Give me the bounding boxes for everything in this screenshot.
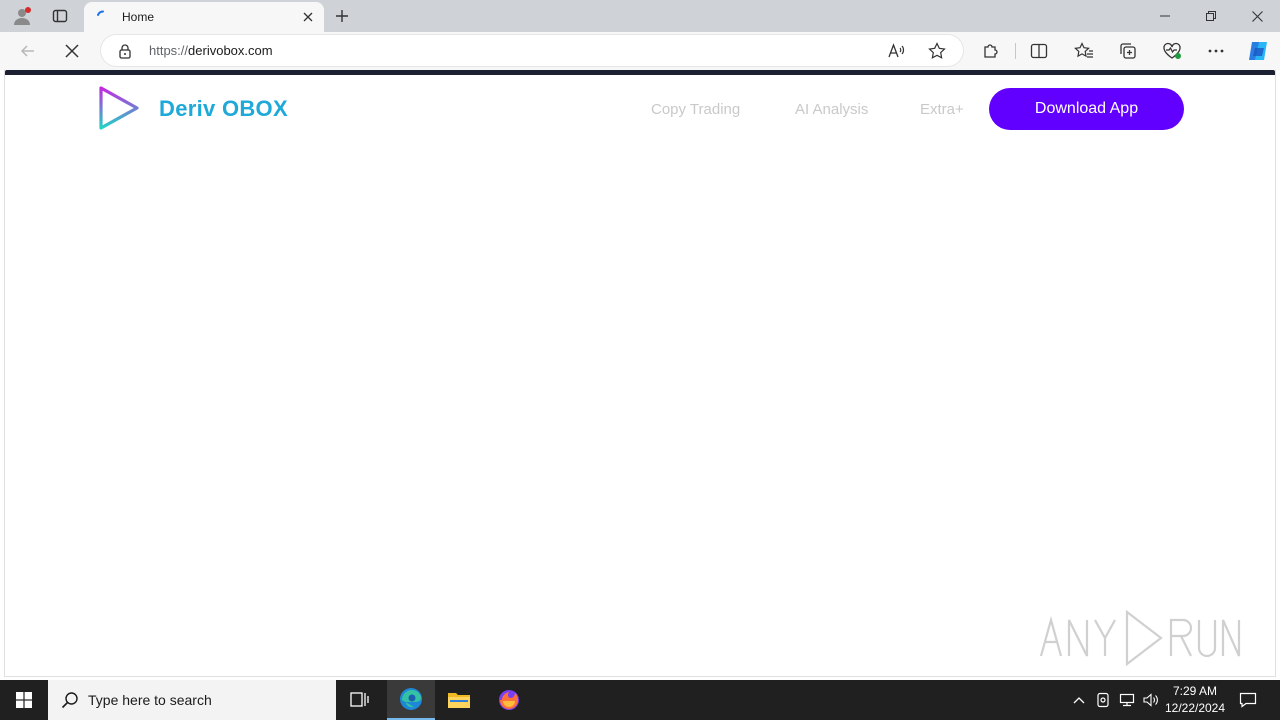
restore-button[interactable] [1188, 0, 1234, 32]
favorites-icon [1074, 42, 1093, 58]
taskbar-file-explorer-app[interactable] [435, 680, 483, 720]
browser-tab-strip: Home [0, 0, 1280, 32]
download-app-button[interactable]: Download App [989, 88, 1184, 130]
split-screen-button[interactable] [1023, 35, 1055, 67]
add-favorite-button[interactable] [921, 35, 953, 66]
star-icon [928, 41, 946, 59]
clock-date: 12/22/2024 [1164, 701, 1226, 715]
start-button[interactable] [0, 680, 48, 720]
copilot-button[interactable] [1242, 35, 1274, 67]
nav-link-extra[interactable]: Extra+ [920, 101, 964, 118]
heart-pulse-icon [1163, 42, 1181, 59]
toolbar-separator [1015, 43, 1016, 59]
close-icon [303, 12, 313, 22]
collections-button[interactable] [1112, 35, 1144, 67]
show-hidden-icons-button[interactable] [1068, 680, 1090, 720]
close-icon [1251, 10, 1263, 22]
puzzle-icon [984, 44, 998, 58]
windows-taskbar: Type here to search 7:29 AM 12/22/2024 [0, 680, 1280, 720]
clock-time: 7:29 AM [1172, 684, 1218, 698]
arrow-left-icon [20, 45, 34, 57]
split-screen-icon [1030, 43, 1048, 59]
browser-toolbar: https://derivobox.com [0, 32, 1280, 70]
profile-icon [14, 7, 31, 25]
read-aloud-icon [888, 42, 905, 57]
taskbar-firefox-app[interactable] [485, 680, 533, 720]
tab-actions-icon [52, 9, 68, 23]
notification-icon [1239, 692, 1257, 708]
tab-close-button[interactable] [294, 3, 322, 31]
tab-home[interactable]: Home [84, 2, 324, 32]
tray-device-button[interactable] [1092, 680, 1114, 720]
collections-icon [1120, 43, 1136, 59]
browser-essentials-button[interactable] [1156, 35, 1188, 67]
favorites-button[interactable] [1068, 35, 1100, 67]
profile-button[interactable] [4, 0, 40, 32]
firefox-icon [499, 690, 519, 710]
brand-name[interactable]: Deriv OBOX [159, 96, 288, 122]
chevron-up-icon [1073, 697, 1085, 704]
loading-favicon-icon [97, 10, 104, 16]
minimize-button[interactable] [1142, 0, 1188, 32]
edge-browser-icon [400, 688, 422, 710]
taskbar-edge-app[interactable] [387, 680, 435, 720]
lock-icon[interactable] [117, 43, 133, 59]
page-top-border [5, 70, 1275, 75]
brand-play-logo-icon[interactable] [97, 84, 141, 132]
taskbar-search-box[interactable]: Type here to search [48, 680, 336, 720]
taskbar-clock[interactable]: 7:29 AM 12/22/2024 [1160, 683, 1230, 717]
new-tab-button[interactable] [328, 2, 356, 30]
anyrun-watermark-logo [1039, 609, 1241, 667]
network-icon [1119, 693, 1135, 707]
taskbar-search-placeholder: Type here to search [88, 692, 212, 708]
speaker-icon [1143, 693, 1158, 707]
folder-icon [448, 693, 470, 708]
url-protocol: https:// [149, 43, 189, 58]
page-viewport: Deriv OBOX Copy Trading AI Analysis Extr… [4, 70, 1276, 677]
url-text[interactable]: https://derivobox.com [149, 43, 273, 58]
tray-network-button[interactable] [1116, 680, 1138, 720]
restore-icon [1206, 11, 1216, 21]
copilot-icon [1249, 42, 1267, 60]
task-view-button[interactable] [336, 680, 384, 720]
tray-volume-button[interactable] [1140, 680, 1162, 720]
back-button[interactable] [12, 35, 44, 67]
task-view-icon [350, 692, 369, 707]
search-icon [61, 692, 78, 709]
stop-loading-button[interactable] [56, 35, 88, 67]
ellipsis-icon [1208, 49, 1224, 53]
stop-icon [65, 44, 79, 58]
read-aloud-button[interactable] [881, 35, 913, 66]
close-window-button[interactable] [1234, 0, 1280, 32]
more-options-button[interactable] [1200, 35, 1232, 67]
minimize-icon [1160, 15, 1170, 17]
device-icon [1097, 692, 1109, 708]
tab-actions-button[interactable] [42, 0, 78, 32]
nav-link-copy-trading[interactable]: Copy Trading [651, 101, 740, 118]
tab-title: Home [122, 10, 155, 24]
address-bar[interactable]: https://derivobox.com [101, 35, 963, 66]
windows-logo-icon [16, 692, 32, 708]
url-host: derivobox.com [188, 43, 273, 58]
extensions-button[interactable] [975, 35, 1007, 67]
nav-link-ai-analysis[interactable]: AI Analysis [795, 101, 868, 118]
plus-icon [336, 10, 348, 22]
notifications-button[interactable] [1234, 680, 1262, 720]
